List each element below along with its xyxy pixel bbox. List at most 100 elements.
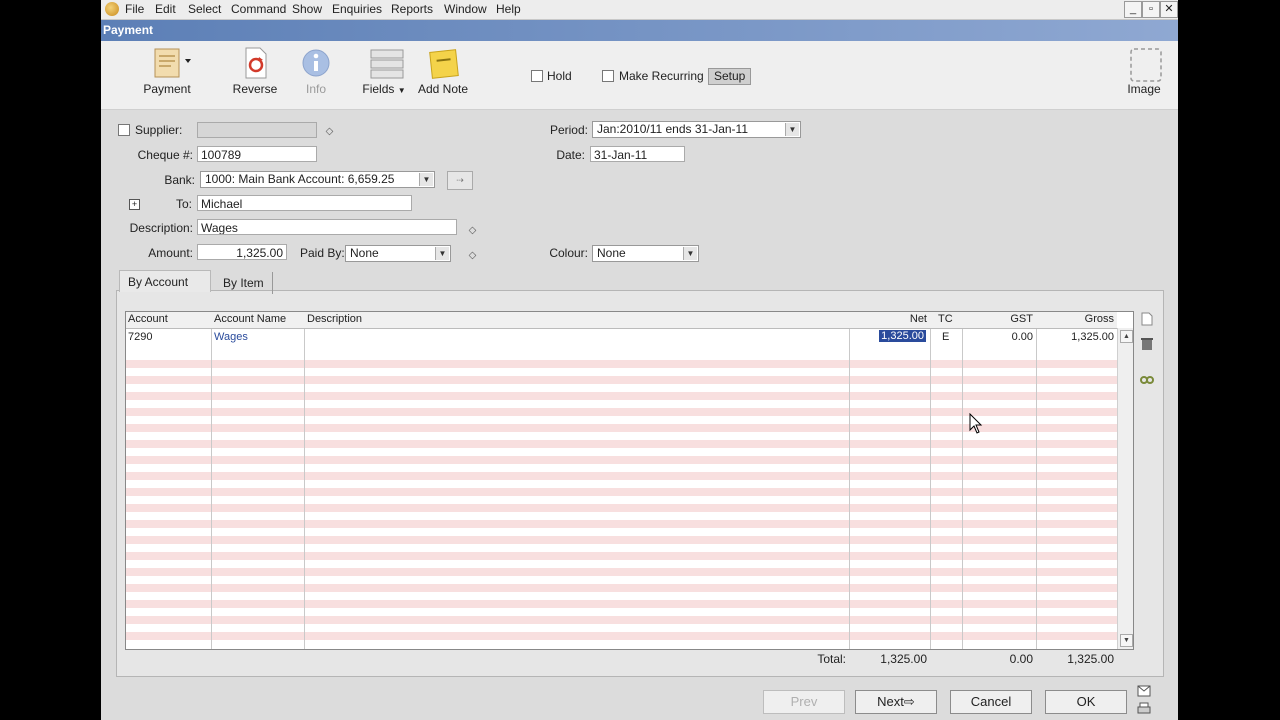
new-line-icon[interactable] [1140, 312, 1154, 326]
colour-dropdown-arrow-icon[interactable]: ▼ [683, 247, 697, 260]
cell-account-name[interactable]: Wages [214, 331, 248, 343]
scroll-down-icon[interactable]: ▼ [1120, 634, 1133, 647]
cell-gross[interactable]: 1,325.00 [1039, 331, 1114, 343]
menu-edit[interactable]: Edit [155, 2, 176, 16]
hold-label: Hold [547, 69, 572, 83]
period-select[interactable]: Jan:2010/11 ends 31-Jan-11 ▼ [592, 121, 801, 138]
description-field[interactable]: Wages [197, 219, 457, 235]
amount-label: Amount: [148, 246, 193, 260]
supplier-label: Supplier: [135, 123, 183, 137]
supplier-checkbox[interactable] [118, 124, 130, 136]
prev-button[interactable]: Prev [763, 690, 845, 714]
hold-checkbox[interactable] [531, 70, 543, 82]
ok-button[interactable]: OK [1045, 690, 1127, 714]
payment-icon [152, 47, 191, 79]
paid-by-dropdown-arrow-icon[interactable]: ▼ [435, 247, 449, 260]
tab-by-item[interactable]: By Item [215, 272, 273, 294]
menu-show[interactable]: Show [292, 2, 322, 16]
description-lookup-icon[interactable]: ◇ [467, 225, 478, 236]
paid-by-select[interactable]: None ▼ [345, 245, 451, 262]
title-bar: Payment [101, 20, 1178, 41]
cell-account[interactable]: 7290 [128, 331, 152, 343]
lookup-icon[interactable] [1140, 372, 1154, 386]
cell-tc[interactable]: E [942, 331, 949, 343]
menu-bar: File Edit Select Command Show Enquiries … [101, 0, 1178, 20]
header-gross[interactable]: Gross [1039, 313, 1114, 325]
header-account[interactable]: Account [128, 313, 168, 325]
menu-enquiries[interactable]: Enquiries [332, 2, 382, 16]
cheque-field[interactable]: 100789 [197, 146, 317, 162]
image-label: Image [1127, 82, 1161, 96]
header-account-name[interactable]: Account Name [214, 313, 286, 325]
restore-button[interactable]: ▫ [1142, 1, 1160, 18]
bank-reconcile-icon[interactable]: ⇢ [447, 171, 473, 190]
close-button[interactable]: ✕ [1160, 1, 1178, 18]
supplier-field[interactable] [197, 122, 317, 138]
bank-dropdown-arrow-icon[interactable]: ▼ [419, 173, 433, 186]
image-button[interactable]: Image [1104, 47, 1178, 96]
make-recurring-checkbox[interactable] [602, 70, 614, 82]
period-dropdown-arrow-icon[interactable]: ▼ [785, 123, 799, 136]
amount-field[interactable]: 1,325.00 [197, 244, 287, 260]
colour-select[interactable]: None ▼ [592, 245, 699, 262]
menu-select[interactable]: Select [188, 2, 221, 16]
period-label: Period: [549, 123, 588, 137]
info-icon [301, 47, 331, 79]
reverse-icon [240, 47, 270, 79]
menu-help[interactable]: Help [496, 2, 521, 16]
payment-tool-button[interactable]: Payment [127, 47, 207, 96]
add-note-button[interactable]: Add Note [403, 47, 483, 96]
next-label: Next [877, 694, 904, 709]
app-logo-icon[interactable] [105, 2, 119, 16]
setup-button[interactable]: Setup [708, 68, 752, 85]
payment-tool-label: Payment [143, 82, 191, 96]
header-gst[interactable]: GST [965, 313, 1033, 325]
expand-icon[interactable]: + [129, 199, 140, 210]
scroll-up-icon[interactable]: ▲ [1120, 330, 1133, 343]
tab-by-account[interactable]: By Account [119, 270, 211, 292]
menu-command[interactable]: Command [231, 2, 286, 16]
window-title: Payment [103, 23, 154, 37]
total-label: Total: [817, 652, 846, 666]
table-header: Account Account Name Description Net TC … [126, 312, 1117, 329]
mail-icon[interactable] [1137, 685, 1151, 699]
period-select-value: Jan:2010/11 ends 31-Jan-11 [597, 122, 749, 136]
header-tc[interactable]: TC [938, 313, 953, 325]
delete-line-icon[interactable] [1140, 337, 1154, 351]
line-items-table: Account Account Name Description Net TC … [125, 311, 1134, 650]
cheque-label: Cheque #: [137, 148, 193, 162]
menu-file[interactable]: File [125, 2, 144, 16]
cell-gst[interactable]: 0.00 [965, 331, 1033, 343]
supplier-lookup-icon[interactable]: ◇ [324, 126, 335, 137]
image-placeholder-icon [1129, 47, 1162, 82]
total-gross: 1,325.00 [1067, 652, 1114, 666]
header-net[interactable]: Net [852, 313, 927, 325]
cell-net-value[interactable]: 1,325.00 [879, 330, 926, 342]
cancel-button[interactable]: Cancel [950, 690, 1032, 714]
total-net: 1,325.00 [880, 652, 927, 666]
arrow-right-icon: ⇨ [903, 694, 915, 709]
add-note-label: Add Note [417, 82, 469, 96]
minimize-button[interactable]: _ [1124, 1, 1142, 18]
toolbar: Payment Reverse Info Fields ▼ Add Note H… [101, 41, 1178, 110]
date-field[interactable]: 31-Jan-11 [590, 146, 685, 162]
bank-select[interactable]: 1000: Main Bank Account: 6,659.25 ▼ [200, 171, 435, 188]
next-button[interactable]: Next⇨ [855, 690, 937, 714]
to-field[interactable]: Michael [197, 195, 412, 211]
table-scrollbar[interactable]: ▲ ▼ [1117, 328, 1133, 649]
total-gst: 0.00 [1009, 652, 1033, 666]
colour-label: Colour: [549, 246, 588, 260]
print-icon[interactable] [1137, 702, 1151, 716]
description-label: Description: [129, 221, 193, 235]
colour-select-value: None [597, 246, 626, 260]
paid-by-label: Paid By: [300, 246, 345, 260]
cell-net[interactable]: 1,325.00 [852, 330, 926, 342]
fields-icon [369, 47, 404, 79]
header-description[interactable]: Description [307, 313, 362, 325]
paid-by-lookup-icon[interactable]: ◇ [467, 250, 478, 261]
date-label: Date: [556, 148, 585, 162]
menu-window[interactable]: Window [444, 2, 487, 16]
make-recurring-label: Make Recurring [619, 69, 704, 83]
bank-select-value: 1000: Main Bank Account: 6,659.25 [205, 172, 395, 186]
menu-reports[interactable]: Reports [391, 2, 433, 16]
